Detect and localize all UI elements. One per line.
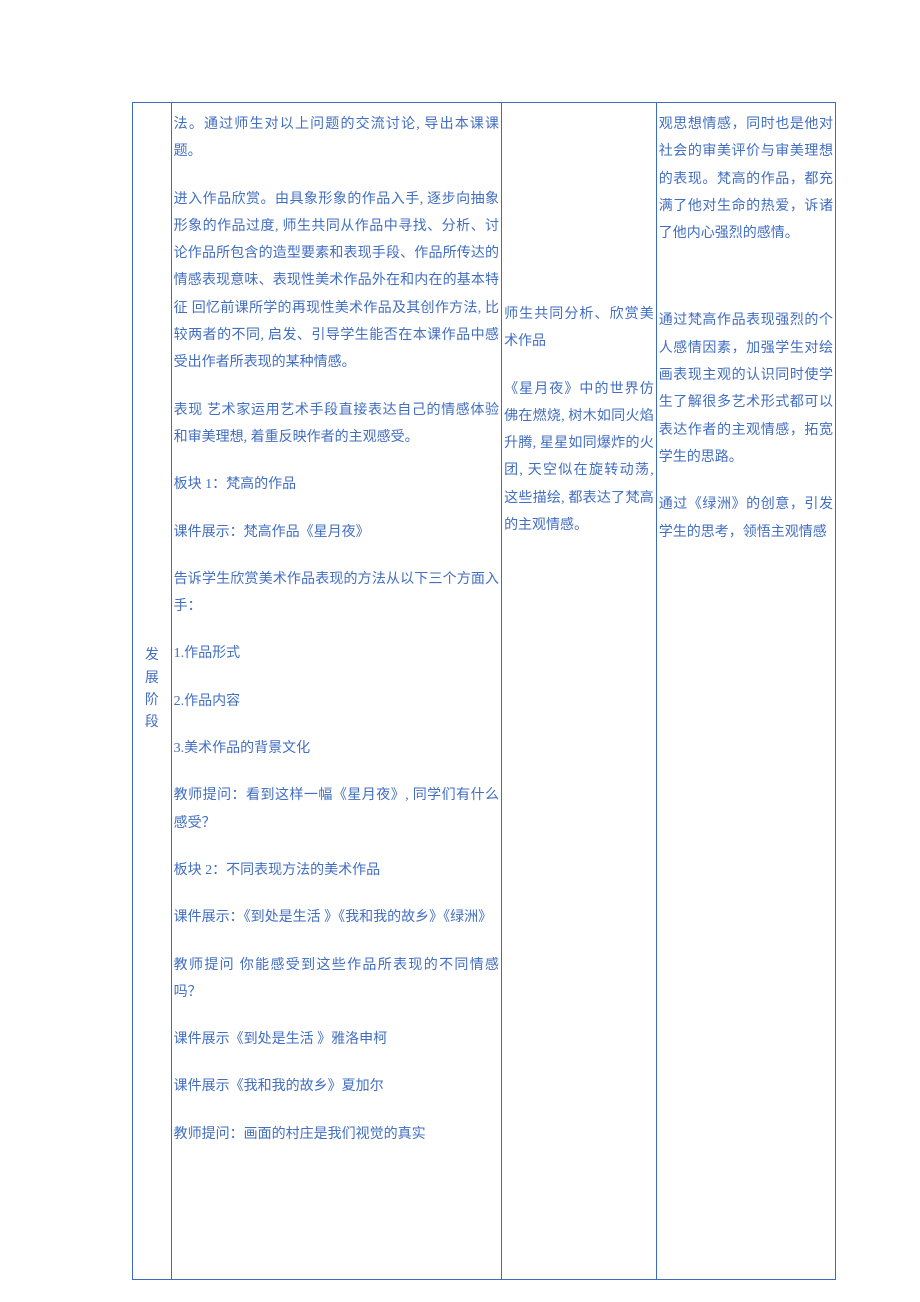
- para: 表现 艺术家运用艺术手段直接表达自己的情感体验和审美理想, 着重反映作者的主观感…: [174, 397, 499, 452]
- para: 《星月夜》中的世界仿佛在燃烧, 树木如同火焰升腾, 星星如同爆炸的火团, 天空似…: [504, 376, 654, 540]
- para: 观思想情感，同时也是他对社会的审美评价与审美理想的表现。梵高的作品，都充满了他对…: [659, 111, 833, 247]
- para: 教师提问：看到这样一幅《星月夜》, 同学们有什么感受？: [174, 782, 499, 837]
- para: 师生共同分析、欣赏美术作品: [504, 301, 654, 356]
- para: 板块 1：梵高的作品: [174, 471, 499, 498]
- student-activity-cell: 师生共同分析、欣赏美术作品 《星月夜》中的世界仿佛在燃烧, 树木如同火焰升腾, …: [502, 103, 657, 1280]
- para: 告诉学生欣赏美术作品表现的方法从以下三个方面入手：: [174, 566, 499, 621]
- para: 1.作品形式: [174, 640, 499, 667]
- para: 通过《绿洲》的创意，引发学生的思考，领悟主观情感: [659, 491, 833, 546]
- para: 通过梵高作品表现强烈的个人感情因素，加强学生对绘画表现主观的认识同时使学生了解很…: [659, 307, 833, 471]
- para: 课件展示：梵高作品《星月夜》: [174, 519, 499, 546]
- para: 教师提问：画面的村庄是我们视觉的真实: [174, 1121, 499, 1148]
- para: 课件展示《我和我的故乡》夏加尔: [174, 1073, 499, 1100]
- design-intent-cell: 观思想情感，同时也是他对社会的审美评价与审美理想的表现。梵高的作品，都充满了他对…: [656, 103, 835, 1280]
- para: 3.美术作品的背景文化: [174, 735, 499, 762]
- para: 板块 2：不同表现方法的美术作品: [174, 857, 499, 884]
- para: 进入作品欣赏。由具象形象的作品入手, 逐步向抽象形象的作品过度, 师生共同从作品…: [174, 186, 499, 377]
- para: 法。通过师生对以上问题的交流讨论, 导出本课课题。: [174, 111, 499, 166]
- stage-label: 发展阶段: [145, 645, 159, 735]
- para: 课件展示《到处是生活 》雅洛申柯: [174, 1026, 499, 1053]
- para: 课件展示：《到处是生活 》《我和我的故乡》《绿洲》: [174, 904, 499, 931]
- stage-cell: 发展阶段: [133, 103, 172, 1280]
- lesson-plan-table: 发展阶段 法。通过师生对以上问题的交流讨论, 导出本课课题。 进入作品欣赏。由具…: [132, 102, 836, 1280]
- teacher-activity-cell: 法。通过师生对以上问题的交流讨论, 导出本课课题。 进入作品欣赏。由具象形象的作…: [171, 103, 501, 1280]
- para: 2.作品内容: [174, 688, 499, 715]
- para: 教师提问 你能感受到这些作品所表现的不同情感吗？: [174, 952, 499, 1007]
